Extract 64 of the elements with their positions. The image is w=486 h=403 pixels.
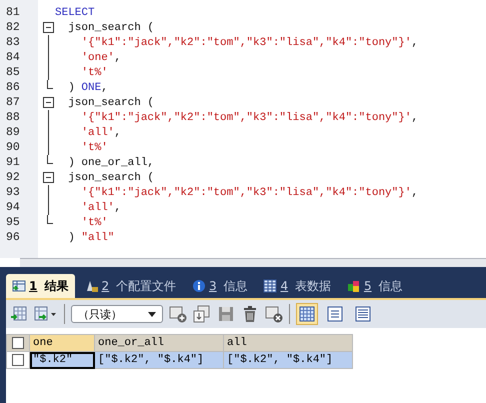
code-line: ) "all"	[67, 232, 114, 244]
line-number: 90	[5, 141, 21, 154]
table-icon	[263, 279, 278, 293]
duplicate-row-icon[interactable]	[193, 305, 211, 323]
line-number: 88	[5, 111, 21, 124]
result-tab[interactable]: 3 信息	[186, 274, 254, 298]
delete-row-icon[interactable]	[265, 305, 283, 323]
code-line: json_search (	[67, 172, 154, 184]
line-number: 93	[5, 186, 21, 199]
line-number: 96	[5, 231, 21, 244]
code-line: 'all',	[80, 202, 122, 214]
line-number: 84	[5, 51, 21, 64]
collapse-icon[interactable]	[42, 97, 54, 108]
code-line: ) ONE,	[67, 82, 108, 94]
line-number: 83	[5, 36, 21, 49]
mode-dropdown[interactable]: （只读）	[71, 305, 163, 323]
code-line: '{"k1":"jack","k2":"tom","k3":"lisa","k4":"tony"}',	[80, 112, 418, 124]
select-all-checkbox[interactable]	[12, 337, 24, 349]
line-number: 91	[5, 156, 21, 169]
export-dropdown-icon[interactable]	[34, 305, 58, 323]
code-line: 'one',	[80, 52, 122, 64]
line-number: 86	[5, 81, 21, 94]
line-number: 95	[5, 216, 21, 229]
code-line: json_search (	[67, 22, 154, 34]
table-cell: ["$.k2", "$.k4"]	[224, 352, 352, 368]
caret-icon	[148, 312, 156, 316]
line-number: 85	[5, 66, 21, 79]
code-line: '{"k1":"jack","k2":"tom","k3":"lisa","k4":"tony"}',	[80, 36, 418, 48]
collapse-icon[interactable]	[42, 22, 54, 33]
table-cell: "$.k2"	[30, 352, 94, 368]
line-number: 87	[5, 96, 21, 109]
code-line: 't%'	[80, 66, 108, 78]
grid-view-button[interactable]	[296, 303, 318, 325]
line-number: 81	[5, 6, 21, 19]
result-tab[interactable]: 4 表数据	[257, 274, 337, 298]
line-number: 94	[5, 201, 21, 214]
column-header[interactable]: all	[224, 334, 352, 352]
save-icon[interactable]	[217, 305, 235, 323]
collapse-icon[interactable]	[42, 172, 54, 183]
result-tab[interactable]: 1 结果	[6, 274, 75, 298]
table-cell: ["$.k2", "$.k4"]	[94, 352, 224, 368]
code-line: ) one_or_all,	[67, 156, 154, 168]
code-line: json_search (	[67, 96, 154, 108]
line-number: 92	[5, 171, 21, 184]
add-row-icon[interactable]	[169, 305, 187, 323]
trash-icon[interactable]	[241, 305, 259, 323]
column-header[interactable]: one_or_all	[94, 334, 224, 352]
row-checkbox[interactable]	[12, 354, 24, 366]
result-tab[interactable]: 2 个配置文件	[78, 274, 182, 298]
info-icon	[192, 279, 206, 293]
code-line: 't%'	[80, 216, 108, 228]
result-tab[interactable]: 5 信息	[340, 274, 408, 298]
code-line: 't%'	[80, 142, 108, 154]
code-line: 'all',	[80, 126, 122, 138]
line-number: 89	[5, 126, 21, 139]
table-icon	[12, 279, 26, 293]
color-squares-icon	[346, 279, 361, 293]
import-icon[interactable]	[10, 305, 28, 323]
code-line: '{"k1":"jack","k2":"tom","k3":"lisa","k4":"tony"}',	[80, 186, 418, 198]
horizontal-scrollbar[interactable]	[20, 258, 486, 267]
line-number: 82	[5, 21, 21, 34]
code-line: SELECT	[55, 6, 95, 18]
column-header[interactable]: one	[30, 334, 94, 352]
profile-icon	[84, 279, 99, 293]
